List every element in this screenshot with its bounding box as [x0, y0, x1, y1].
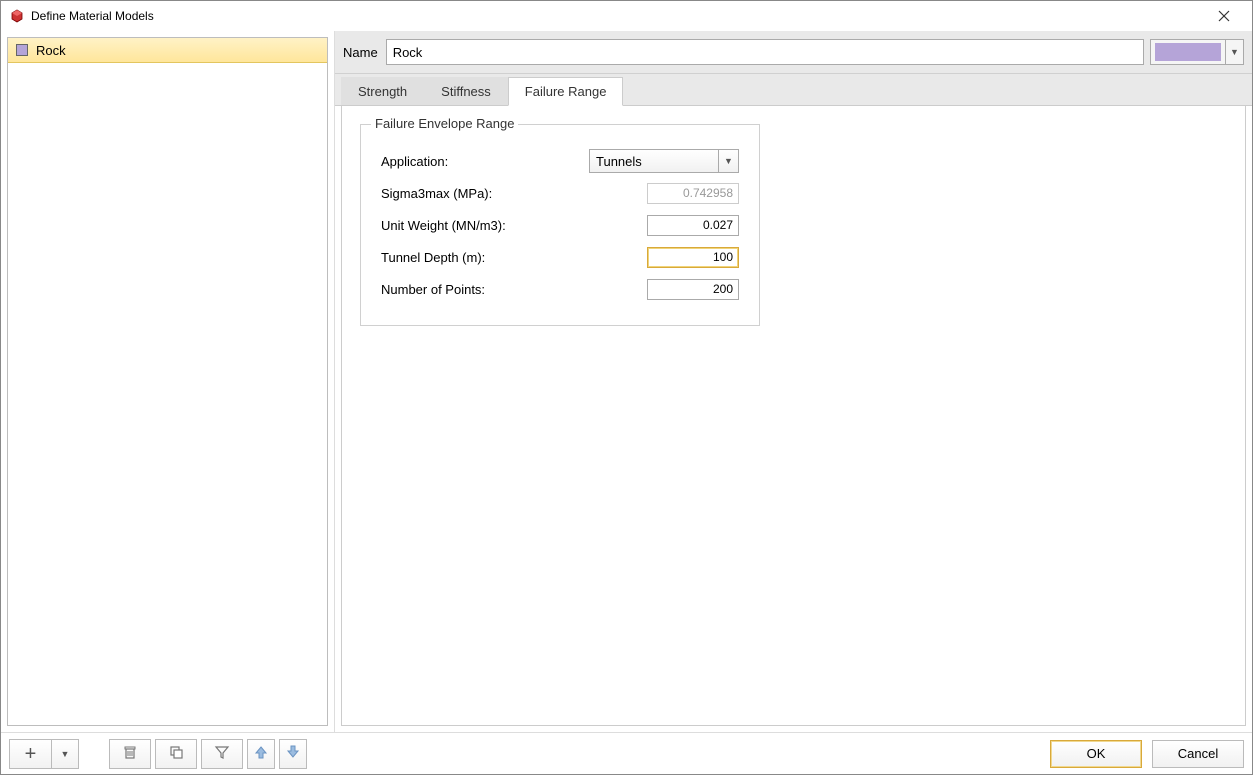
add-dropdown[interactable]: ▼ — [51, 739, 79, 769]
materials-list[interactable]: Rock — [7, 37, 328, 726]
tab-stiffness[interactable]: Stiffness — [424, 77, 508, 105]
ok-button[interactable]: OK — [1050, 740, 1142, 768]
trash-icon — [122, 744, 138, 763]
select-application[interactable]: Tunnels ▼ — [589, 149, 739, 173]
chevron-down-icon[interactable]: ▼ — [718, 150, 738, 172]
row-sigma3max: Sigma3max (MPa): — [381, 177, 739, 209]
group-failure-envelope-range: Failure Envelope Range Application: Tunn… — [360, 124, 760, 326]
cancel-button[interactable]: Cancel — [1152, 740, 1244, 768]
input-unit-weight[interactable] — [647, 215, 739, 236]
tab-failure-range[interactable]: Failure Range — [508, 77, 624, 106]
add-button[interactable]: + — [9, 739, 51, 769]
row-unit-weight: Unit Weight (MN/m3): — [381, 209, 739, 241]
label-application: Application: — [381, 154, 589, 169]
label-sigma3max: Sigma3max (MPa): — [381, 186, 589, 201]
window-title: Define Material Models — [31, 9, 1204, 23]
label-unit-weight: Unit Weight (MN/m3): — [381, 218, 589, 233]
label-num-points: Number of Points: — [381, 282, 589, 297]
chevron-down-icon: ▼ — [61, 749, 70, 759]
materials-pane: Rock — [1, 31, 334, 732]
material-name: Rock — [36, 43, 66, 58]
add-split-button: + ▼ — [9, 739, 79, 769]
material-name-input[interactable] — [386, 39, 1144, 65]
label-tunnel-depth: Tunnel Depth (m): — [381, 250, 589, 265]
tab-strip: Strength Stiffness Failure Range — [335, 74, 1252, 106]
input-num-points[interactable] — [647, 279, 739, 300]
arrow-down-icon — [285, 744, 301, 763]
filter-icon — [214, 744, 230, 763]
titlebar: Define Material Models — [1, 1, 1252, 31]
row-num-points: Number of Points: — [381, 273, 739, 305]
material-row[interactable]: Rock — [7, 37, 328, 63]
name-label: Name — [343, 45, 380, 60]
move-up-button[interactable] — [247, 739, 275, 769]
arrow-up-icon — [253, 744, 269, 763]
app-icon — [9, 8, 25, 24]
delete-button[interactable] — [109, 739, 151, 769]
filter-button[interactable] — [201, 739, 243, 769]
input-sigma3max — [647, 183, 739, 204]
plus-icon: + — [25, 744, 37, 764]
name-row: Name ▼ — [335, 31, 1252, 74]
chevron-down-icon[interactable]: ▼ — [1225, 40, 1243, 64]
dialog-define-material-models: Define Material Models Rock Name ▼ — [0, 0, 1253, 775]
content-area: Rock Name ▼ Strength Stiffness Failure R… — [1, 31, 1252, 732]
select-value: Tunnels — [590, 154, 718, 169]
row-application: Application: Tunnels ▼ — [381, 145, 739, 177]
row-tunnel-depth: Tunnel Depth (m): — [381, 241, 739, 273]
input-tunnel-depth[interactable] — [647, 247, 739, 268]
material-swatch — [16, 44, 28, 56]
footer: + ▼ — [1, 732, 1252, 774]
editor-pane: Name ▼ Strength Stiffness Failure Range … — [334, 31, 1252, 732]
color-preview — [1155, 43, 1221, 61]
group-title: Failure Envelope Range — [371, 116, 518, 131]
tab-strength[interactable]: Strength — [341, 77, 424, 105]
tab-body-failure-range: Failure Envelope Range Application: Tunn… — [341, 106, 1246, 726]
copy-icon — [168, 744, 184, 763]
copy-button[interactable] — [155, 739, 197, 769]
move-down-button[interactable] — [279, 739, 307, 769]
close-button[interactable] — [1204, 2, 1244, 30]
color-picker[interactable]: ▼ — [1150, 39, 1244, 65]
